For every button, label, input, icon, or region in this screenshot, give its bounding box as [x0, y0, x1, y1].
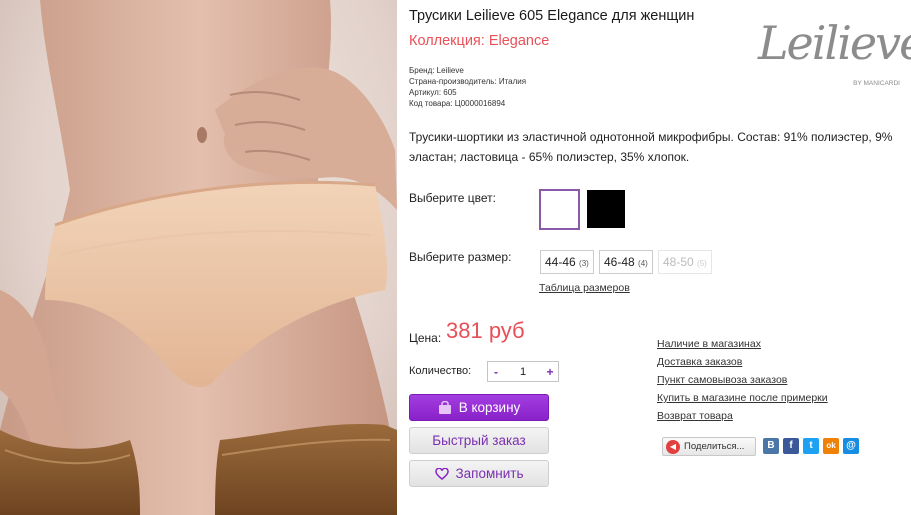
- size-table-link[interactable]: Таблица размеров: [539, 282, 630, 294]
- product-photo-illustration: [0, 0, 397, 515]
- quick-order-button[interactable]: Быстрый заказ: [409, 427, 549, 454]
- twitter-icon[interactable]: t: [803, 438, 819, 454]
- add-to-cart-button[interactable]: В корзину: [409, 394, 549, 421]
- size-option-count: (4): [638, 259, 648, 268]
- facebook-icon[interactable]: f: [783, 438, 799, 454]
- quantity-minus-button[interactable]: -: [488, 365, 504, 379]
- size-option-48-50: 48-50 (5): [658, 250, 712, 274]
- link-delivery[interactable]: Доставка заказов: [657, 353, 828, 371]
- heart-icon: [434, 467, 449, 480]
- product-specs: Бренд: Leilieve Страна-производитель: Ит…: [409, 65, 526, 109]
- brand-logo: Leilieve BY MANICARDI: [758, 10, 911, 90]
- price-value: 381 руб: [446, 318, 525, 343]
- share-button[interactable]: ◀ Поделиться...: [662, 437, 756, 456]
- link-store-availability[interactable]: Наличие в магазинах: [657, 335, 828, 353]
- spec-code: Код товара: Ц0000016894: [409, 99, 506, 108]
- product-description: Трусики-шортики из эластичной однотонной…: [409, 130, 893, 164]
- size-option-count: (3): [579, 259, 589, 268]
- product-info: Трусики Leilieve 605 Elegance для женщин…: [409, 0, 911, 515]
- product-title: Трусики Leilieve 605 Elegance для женщин: [409, 8, 695, 24]
- price-label: Цена:: [409, 331, 442, 345]
- remember-label: Запомнить: [455, 466, 524, 481]
- collection-link[interactable]: Коллекция: Elegance: [409, 33, 549, 49]
- size-option-label: 44-46: [545, 255, 576, 269]
- bag-icon: [438, 401, 451, 414]
- add-to-cart-label: В корзину: [458, 400, 521, 415]
- color-label: Выберите цвет:: [409, 191, 497, 205]
- link-buy-after-fitting[interactable]: Купить в магазине после примерки: [657, 389, 828, 407]
- link-returns[interactable]: Возврат товара: [657, 407, 828, 425]
- brand-logo-word: Leilieve: [758, 16, 911, 70]
- spec-country: Страна-производитель: Италия: [409, 77, 527, 86]
- spec-article: Артикул: 605: [409, 88, 457, 97]
- vkontakte-icon[interactable]: В: [763, 438, 779, 454]
- size-option-label: 48-50: [663, 255, 694, 269]
- quantity-stepper: - 1 +: [487, 361, 559, 382]
- mailru-icon[interactable]: @: [843, 438, 859, 454]
- quantity-label: Количество:: [409, 365, 472, 377]
- link-pickup-point[interactable]: Пункт самовывоза заказов: [657, 371, 828, 389]
- odnoklassniki-icon[interactable]: ok: [823, 438, 839, 454]
- info-links: Наличие в магазинах Доставка заказов Пун…: [657, 335, 828, 425]
- brand-logo-sub: BY MANICARDI: [853, 80, 900, 87]
- spec-brand: Бренд: Leilieve: [409, 66, 464, 75]
- size-option-count: (5): [697, 259, 707, 268]
- size-option-44-46[interactable]: 44-46 (3): [540, 250, 594, 274]
- quantity-input[interactable]: 1: [520, 366, 526, 378]
- quantity-plus-button[interactable]: +: [542, 365, 558, 379]
- color-swatch-black[interactable]: [587, 190, 625, 228]
- share-label: Поделиться...: [684, 441, 745, 452]
- quick-order-label: Быстрый заказ: [432, 433, 526, 448]
- size-option-label: 46-48: [604, 255, 635, 269]
- color-swatch-white[interactable]: [539, 189, 580, 230]
- product-photo[interactable]: [0, 0, 397, 515]
- size-label: Выберите размер:: [409, 250, 512, 264]
- share-icon: ◀: [666, 439, 680, 454]
- size-option-46-48[interactable]: 46-48 (4): [599, 250, 653, 274]
- remember-button[interactable]: Запомнить: [409, 460, 549, 487]
